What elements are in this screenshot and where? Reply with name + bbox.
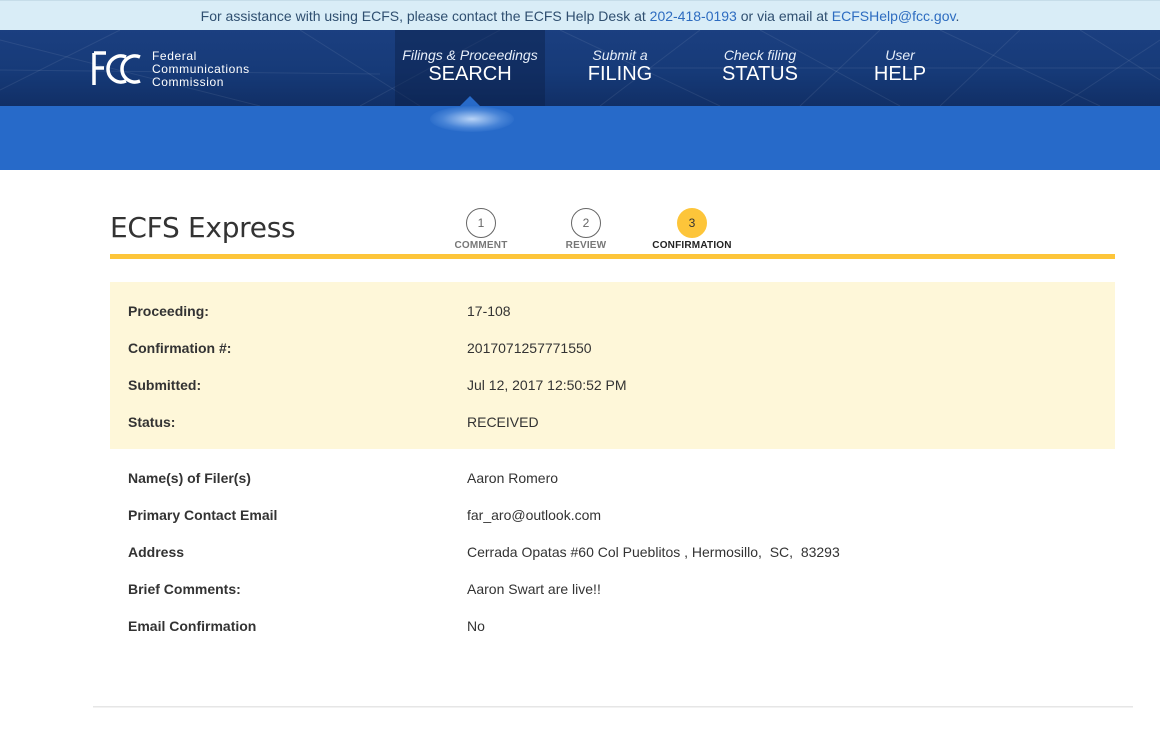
step-comment: 1 COMMENT bbox=[431, 208, 531, 251]
detail-label: Address bbox=[128, 544, 185, 560]
detail-value: No bbox=[467, 618, 485, 634]
active-nav-caret bbox=[460, 96, 480, 106]
page-title: ECFS Express bbox=[110, 211, 296, 244]
summary-value: 17-108 bbox=[467, 303, 511, 319]
nav-submit-sublabel: Submit a bbox=[592, 47, 648, 63]
status-value: RECEIVED bbox=[467, 414, 539, 430]
nav-status-label: STATUS bbox=[722, 63, 798, 85]
help-bar: For assistance with using ECFS, please c… bbox=[0, 0, 1160, 30]
nav-status-sublabel: Check filing bbox=[723, 47, 797, 63]
nav-submit-label: FILING bbox=[587, 63, 653, 85]
detail-row-address: Address Cerrada Opatas #60 Col Pueblitos… bbox=[110, 542, 1115, 562]
step-label: COMMENT bbox=[454, 240, 508, 251]
summary-value: Jul 12, 2017 12:50:52 PM bbox=[467, 377, 627, 393]
step-number: 2 bbox=[571, 208, 601, 238]
help-text-prefix: For assistance with using ECFS, please c… bbox=[200, 8, 650, 24]
summary-row-proceeding: Proceeding: 17-108 bbox=[110, 301, 1115, 321]
step-label: REVIEW bbox=[565, 240, 607, 251]
summary-label: Confirmation #: bbox=[128, 340, 232, 356]
detail-row-email-confirmation: Email Confirmation No bbox=[110, 616, 1115, 636]
summary-label: Submitted: bbox=[128, 377, 202, 393]
summary-label: Proceeding: bbox=[128, 303, 209, 319]
help-desk-email-link[interactable]: ECFSHelp@fcc.gov bbox=[832, 8, 956, 24]
nav-help-sublabel: User bbox=[885, 47, 915, 63]
step-label: CONFIRMATION bbox=[652, 240, 732, 251]
nav-check-status[interactable]: Check filing STATUS bbox=[685, 30, 835, 106]
fcc-logo-icon bbox=[92, 51, 141, 85]
help-desk-phone-link[interactable]: 202-418-0193 bbox=[650, 8, 737, 24]
fcc-logo-text: Federal Communications Commission bbox=[152, 48, 250, 89]
confirmation-summary: Proceeding: 17-108 Confirmation #: 20170… bbox=[110, 282, 1115, 449]
step-review: 2 REVIEW bbox=[536, 208, 636, 251]
summary-row-confirmation-number: Confirmation #: 2017071257771550 bbox=[110, 338, 1115, 358]
summary-row-status: Status: RECEIVED bbox=[110, 412, 1115, 432]
nav-search-label: SEARCH bbox=[428, 63, 512, 85]
nav-user-help[interactable]: User HELP bbox=[825, 30, 975, 106]
step-progress-rule bbox=[110, 254, 1115, 259]
nav-help-label: HELP bbox=[873, 63, 927, 85]
hero-band bbox=[0, 106, 1160, 170]
detail-row-comments: Brief Comments: Aaron Swart are live!! bbox=[110, 579, 1115, 599]
detail-row-filers: Name(s) of Filer(s) Aaron Romero bbox=[110, 468, 1115, 488]
nav-search-sublabel: Filings & Proceedings bbox=[402, 47, 538, 63]
main-navigation: Federal Communications Commission Filing… bbox=[0, 30, 1160, 106]
detail-value: Cerrada Opatas #60 Col Pueblitos , Hermo… bbox=[467, 544, 840, 560]
summary-value: 2017071257771550 bbox=[467, 340, 592, 356]
help-text-middle: or via email at bbox=[736, 8, 832, 24]
detail-label: Email Confirmation bbox=[128, 618, 257, 634]
detail-row-email: Primary Contact Email far_aro@outlook.co… bbox=[110, 505, 1115, 525]
detail-label: Primary Contact Email bbox=[128, 507, 278, 523]
logo-line-federal: Federal bbox=[152, 48, 197, 63]
detail-value: far_aro@outlook.com bbox=[467, 507, 602, 523]
logo-line-communications: Communications bbox=[152, 61, 250, 76]
detail-value: Aaron Swart are live!! bbox=[467, 581, 601, 597]
step-number: 1 bbox=[466, 208, 496, 238]
footer-divider bbox=[93, 706, 1133, 708]
filing-details: Name(s) of Filer(s) Aaron Romero Primary… bbox=[110, 449, 1115, 649]
help-text-suffix: . bbox=[955, 8, 960, 24]
nav-glow bbox=[430, 106, 514, 132]
nav-submit-filing[interactable]: Submit a FILING bbox=[545, 30, 695, 106]
nav-search[interactable]: Filings & Proceedings SEARCH bbox=[395, 30, 545, 106]
summary-row-submitted: Submitted: Jul 12, 2017 12:50:52 PM bbox=[110, 375, 1115, 395]
step-confirmation: 3 CONFIRMATION bbox=[642, 208, 742, 251]
logo-line-commission: Commission bbox=[152, 74, 225, 89]
detail-value: Aaron Romero bbox=[467, 470, 559, 486]
step-number: 3 bbox=[677, 208, 707, 238]
summary-label: Status: bbox=[128, 414, 176, 430]
fcc-logo[interactable]: Federal Communications Commission bbox=[92, 49, 250, 89]
detail-label: Name(s) of Filer(s) bbox=[128, 470, 251, 486]
detail-label: Brief Comments: bbox=[128, 581, 241, 597]
